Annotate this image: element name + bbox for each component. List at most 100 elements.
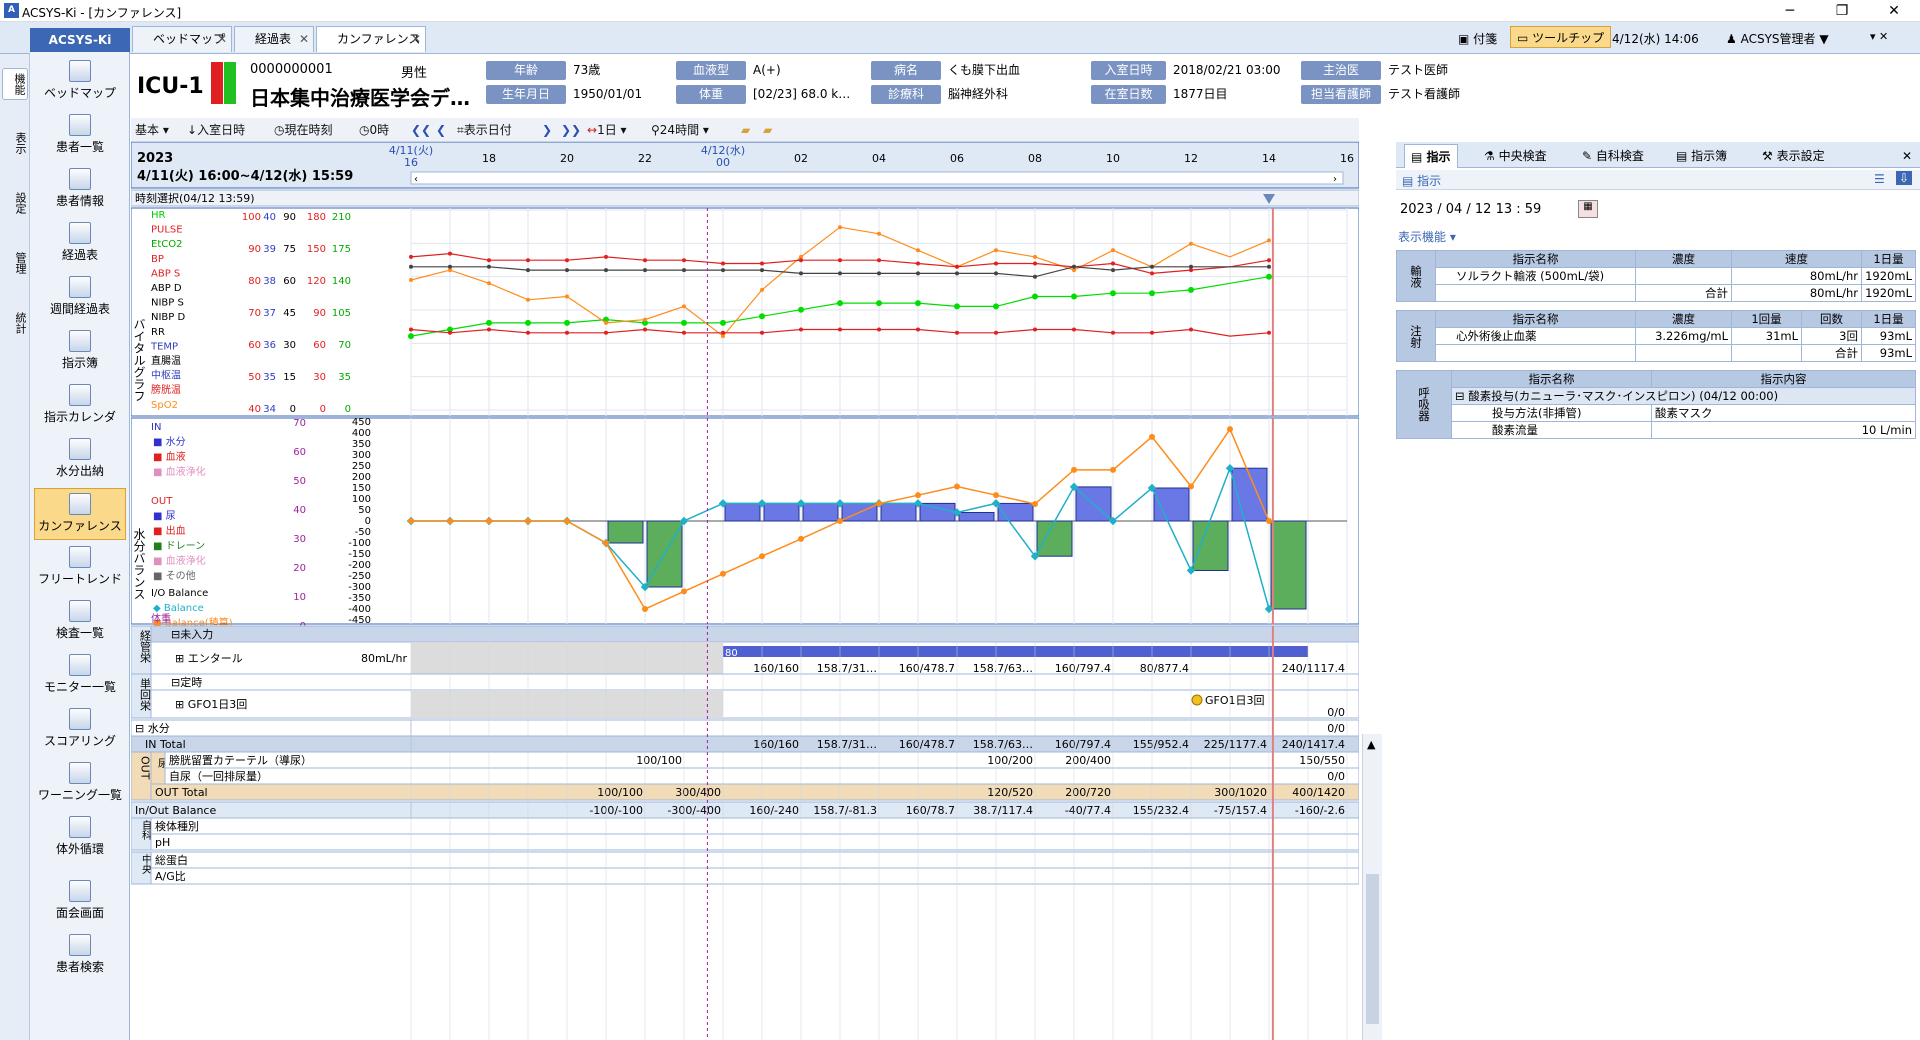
series-point	[916, 271, 920, 276]
total-rate: 80mL/hr	[1731, 284, 1862, 302]
sidebar-item-12[interactable]: スコアリング	[34, 704, 126, 756]
sidebar-item-3[interactable]: 経過表	[34, 218, 126, 270]
sidebar-item-15[interactable]: 面会画面	[34, 876, 126, 928]
sidebar-item-2[interactable]: 患者情報	[34, 164, 126, 216]
rail-stats[interactable]: 統計	[2, 308, 28, 338]
sidebar-item-16[interactable]: 患者検索	[34, 930, 126, 982]
table-row[interactable]: 酸素流量 10 L/min	[1397, 421, 1916, 439]
chart-scrollbar[interactable]: ▲	[1362, 734, 1382, 1040]
resp-order[interactable]: ⊟ 酸素投与(カニューラ･マスク･インスピロン) (04/12 00:00)	[1451, 387, 1916, 405]
cumulative-point	[759, 553, 765, 560]
sidebar-item-4[interactable]: 週間経過表	[34, 272, 126, 324]
in-total-value: 160/160	[753, 738, 799, 751]
nurse-value: テスト看護師	[1388, 87, 1461, 101]
prev-fast-icon[interactable]: ❮❮	[411, 121, 431, 139]
sidebar-item-1[interactable]: 患者一覧	[34, 110, 126, 162]
table-row[interactable]: ソルラクト輸液 (500mL/袋) 80mL/hr 1920mL	[1397, 267, 1916, 285]
tab-central-lab[interactable]: ⚗ 中央検査	[1478, 144, 1553, 168]
sidebar-item-5[interactable]: 指示簿	[34, 326, 126, 378]
sidebar-item-10[interactable]: 検査一覧	[34, 596, 126, 648]
scroll-up-icon[interactable]: ▲	[1367, 738, 1375, 751]
blood-value: A(+)	[753, 63, 781, 77]
sidebar-item-label: 経過表	[61, 248, 98, 262]
cumulative-point	[993, 492, 999, 499]
prev-icon[interactable]: ❮	[436, 121, 446, 139]
document-tab-bar: ベッドマップ ✕ 経過表 ✕ カンファレンス ✕ ▣ 付箋 ▭ ツールチップ 4/12…	[0, 22, 1920, 54]
display-date-button[interactable]: ⌗表示日付	[457, 121, 512, 139]
sticky-notes-button[interactable]: ▣ 付箋	[1458, 30, 1497, 47]
sidebar-item-6[interactable]: 指示カレンダ	[34, 380, 126, 432]
sidebar-item-13[interactable]: ワーニング一覧	[34, 758, 126, 810]
table-row[interactable]: 心外術後止血薬 3.226mg/mL 31mL 3回 93mL	[1397, 327, 1916, 345]
scroll-thumb[interactable]	[1366, 874, 1379, 1024]
vital-scale-tick: 38	[263, 276, 276, 287]
rail-settings[interactable]: 設定	[2, 188, 28, 218]
display-function-menu[interactable]: 表示機能 ▾	[1398, 228, 1456, 245]
respiratory-table: 呼吸器 指示名称 指示内容 ⊟ 酸素投与(カニューラ･マスク･インスピロン) (…	[1396, 370, 1916, 439]
sidebar-item-14[interactable]: 体外循環	[34, 812, 126, 864]
maximize-button[interactable]: ❐	[1822, 2, 1862, 20]
calendar-icon[interactable]: ▦	[1578, 200, 1598, 218]
user-menu[interactable]: ♟ ACSYS管理者 ▼	[1726, 30, 1829, 47]
out-total-value: 300/1020	[1214, 786, 1267, 799]
table-row[interactable]: ⊟ 酸素投与(カニューラ･マスク･インスピロン) (04/12 00:00)	[1397, 387, 1916, 405]
pin-icon[interactable]: ⇩	[1896, 171, 1913, 185]
tab-progress[interactable]: 経過表 ✕	[234, 26, 314, 52]
rail-function[interactable]: 機能	[2, 68, 28, 100]
tab-bedmap[interactable]: ベッドマップ ✕	[132, 26, 232, 52]
sidebar-item-11[interactable]: モニター一覧	[34, 650, 126, 702]
range-dropdown[interactable]: ⚲24時間 ▾	[651, 121, 709, 139]
sidebar-item-9[interactable]: フリートレンド	[34, 542, 126, 594]
rail-display[interactable]: 表示	[2, 128, 28, 158]
tab-orders[interactable]: ▤ 指示	[1404, 144, 1458, 168]
tab-display-settings[interactable]: ⚒ 表示設定	[1756, 144, 1831, 168]
zero-hour-button[interactable]: ◷0時	[359, 121, 389, 139]
water-label-cell	[131, 719, 412, 737]
water-label: ⊟ 水分	[135, 722, 170, 735]
close-icon[interactable]: ✕	[411, 27, 421, 51]
pin-icon[interactable]: ▾ ✕	[1870, 30, 1888, 43]
window-title: ACSYS-Ki - [カンファレンス]	[22, 6, 182, 20]
vital-scale-tick: 140	[332, 276, 351, 287]
series-point	[994, 330, 998, 335]
tab-order-book[interactable]: ▤ 指示簿	[1670, 144, 1733, 168]
series-point	[721, 268, 725, 273]
rail-admin[interactable]: 管理	[2, 248, 28, 278]
sidebar-item-0[interactable]: ベッドマップ	[34, 56, 126, 108]
next-fast-icon[interactable]: ❯❯	[561, 121, 581, 139]
enteral-rate: 80mL/hr	[361, 652, 408, 665]
close-icon[interactable]: ✕	[299, 27, 309, 51]
in-total-value: 155/952.4	[1133, 738, 1189, 751]
sidebar-item-8[interactable]: カンファレンス	[34, 488, 126, 540]
list-view-icon[interactable]: ☰	[1874, 172, 1885, 186]
close-button[interactable]: ✕	[1874, 2, 1914, 20]
table-row[interactable]: 投与方法(非挿管) 酸素マスク	[1397, 404, 1916, 422]
sidebar-item-7[interactable]: 水分出納	[34, 434, 126, 486]
cumulative-point	[837, 518, 843, 524]
hour-tick-label: 14	[1262, 152, 1276, 165]
series-point	[565, 294, 569, 299]
step-dropdown[interactable]: ↔1日 ▾	[587, 121, 627, 139]
bed-icon	[69, 60, 91, 82]
vital-legend-item: 中枢温	[151, 369, 181, 382]
view-mode-dropdown[interactable]: 基本 ▾	[135, 121, 169, 139]
tab-own-lab[interactable]: ✎ 自科検査	[1576, 144, 1650, 168]
tab-conference[interactable]: カンファレンス ✕	[316, 26, 426, 52]
orders-date-picker[interactable]: 2023 / 04 / 12 13 : 59	[1400, 202, 1541, 217]
close-icon[interactable]: ✕	[217, 27, 227, 51]
admit-label: 入室日時	[1091, 61, 1166, 80]
close-panel-icon[interactable]: ✕	[1896, 144, 1918, 168]
folder-open-icon[interactable]: ▰	[741, 121, 750, 139]
col-header: 指示名称	[1435, 310, 1636, 328]
weight-value: [02/23] 68.0 k…	[753, 87, 851, 101]
admit-time-button[interactable]: ↓入室日時	[187, 121, 245, 139]
next-icon[interactable]: ❯	[542, 121, 552, 139]
now-button[interactable]: ◷現在時刻	[274, 121, 333, 139]
legend-out-item: ■ ドレーン	[153, 541, 205, 552]
tooltip-toggle[interactable]: ▭ ツールチップ	[1510, 26, 1612, 48]
minimize-button[interactable]: ─	[1770, 2, 1810, 20]
series-point	[448, 330, 452, 335]
balance-bar	[1036, 520, 1073, 557]
timeline-year: 2023	[137, 151, 173, 166]
folder-save-icon[interactable]: ▰	[763, 121, 772, 139]
